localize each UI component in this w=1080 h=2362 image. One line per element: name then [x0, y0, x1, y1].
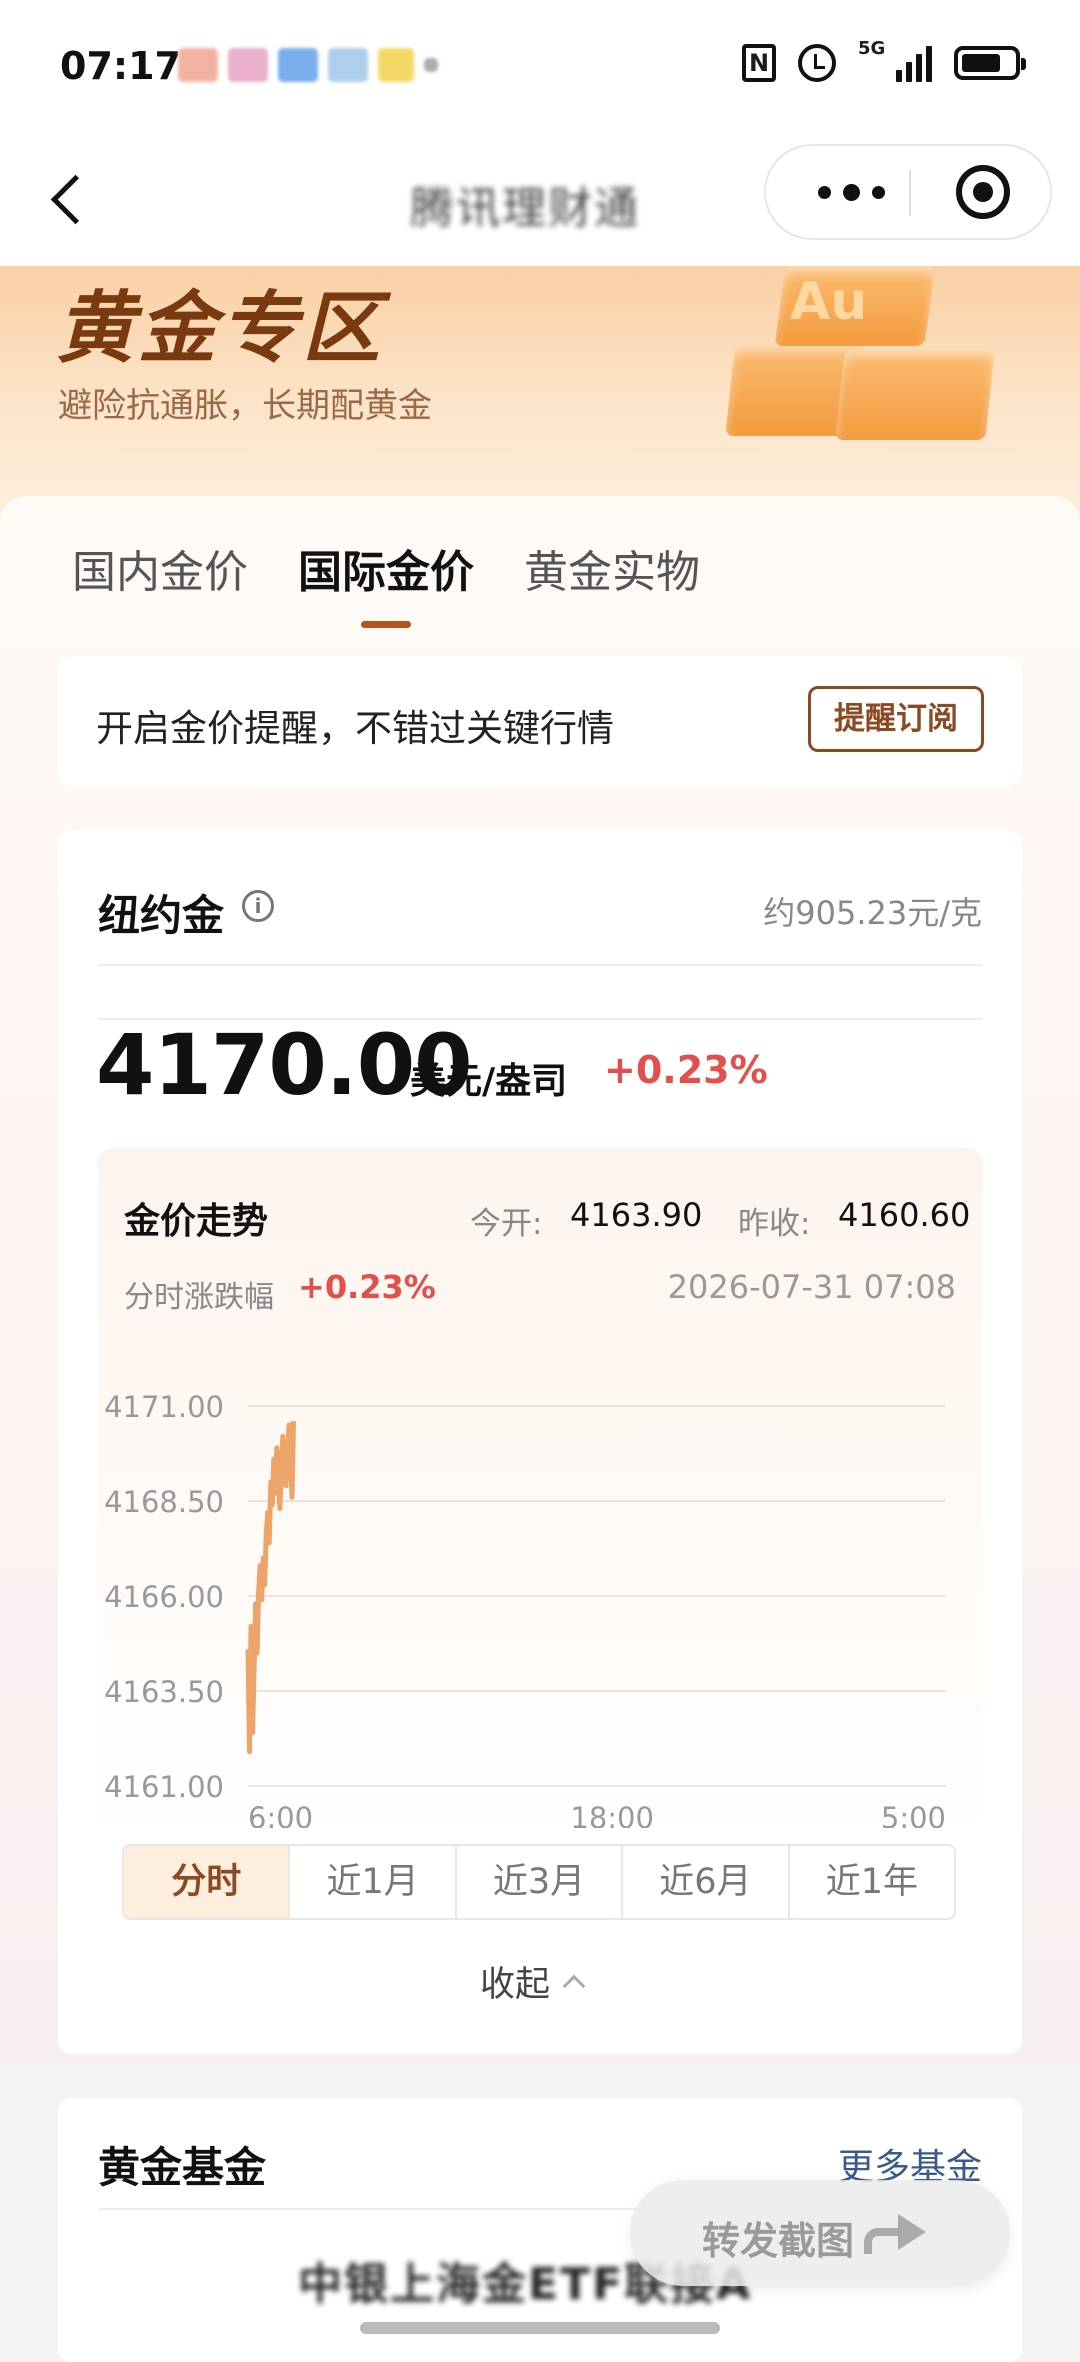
- miniprogram-capsule: [764, 144, 1052, 240]
- price-series-line: [245, 1421, 296, 1755]
- capsule-divider: [909, 170, 911, 216]
- range-tab-1m[interactable]: 近1月: [290, 1846, 457, 1918]
- alert-text: 开启金价提醒，不错过关键行情: [96, 707, 614, 750]
- price-tabs: 国内金价 国际金价 黄金实物: [72, 536, 700, 628]
- nav-title: 腾讯理财通: [410, 183, 640, 234]
- x-tick-label: 6:00: [248, 1801, 313, 1828]
- open-value: 4163.90: [570, 1196, 703, 1234]
- intraday-change-label: 分时涨跌幅: [124, 1280, 274, 1315]
- nav-bar: 腾讯理财通: [0, 130, 1080, 266]
- range-tab-6m[interactable]: 近6月: [623, 1846, 790, 1918]
- tab-physical-gold[interactable]: 黄金实物: [524, 536, 700, 620]
- trend-panel: 金价走势 今开: 4163.90 昨收: 4160.60 分时涨跌幅 +0.23…: [98, 1148, 982, 1838]
- alarm-icon: [798, 44, 836, 82]
- share-screenshot-button[interactable]: 转发截图: [630, 2180, 1010, 2286]
- y-tick-label: 4163.50: [104, 1675, 224, 1709]
- price-change: +0.23%: [604, 1048, 768, 1092]
- system-status-icons: N 5G: [742, 38, 1026, 82]
- banner-title: 黄金专区: [56, 283, 385, 374]
- price-per-gram: 约905.23元/克: [763, 894, 982, 932]
- more-button[interactable]: [796, 146, 906, 238]
- chevron-up-icon: [562, 1974, 586, 1998]
- collapse-label: 收起: [480, 1965, 551, 2005]
- signal-icon: 5G: [858, 38, 932, 82]
- x-tick-label: 5:00: [881, 1801, 946, 1828]
- y-tick-label: 4161.00: [104, 1770, 224, 1804]
- battery-icon: [954, 46, 1026, 80]
- price-card: 纽约金 i 约905.23元/克 4170.00 美元/盎司 +0.23% 金价…: [58, 830, 1022, 2054]
- gold-banner: 黄金专区 避险抗通胀，长期配黄金 Au: [0, 266, 1080, 526]
- y-tick-label: 4168.50: [104, 1485, 224, 1519]
- range-tab-intraday[interactable]: 分时: [124, 1846, 291, 1918]
- info-icon[interactable]: i: [242, 890, 274, 922]
- network-type: 5G: [858, 38, 886, 59]
- share-label: 转发截图: [702, 2219, 855, 2263]
- share-arrow-icon: [864, 2214, 926, 2254]
- y-tick-label: 4171.00: [104, 1390, 224, 1424]
- tab-domestic-price[interactable]: 国内金价: [72, 536, 248, 620]
- funds-title: 黄金基金: [98, 2143, 267, 2192]
- trend-title: 金价走势: [124, 1201, 269, 1242]
- price-unit: 美元/盎司: [410, 1061, 568, 1102]
- nfc-icon: N: [742, 44, 776, 82]
- price-alert-card: 开启金价提醒，不错过关键行情 提醒订阅: [58, 656, 1022, 786]
- range-tab-1y[interactable]: 近1年: [790, 1846, 954, 1918]
- gold-bars-illustration: Au: [720, 266, 1020, 446]
- notification-icons: [178, 48, 438, 82]
- au-label: Au: [790, 272, 868, 332]
- range-tabs: 分时 近1月 近3月 近6月 近1年: [122, 1844, 956, 1920]
- divider: [98, 964, 982, 966]
- x-tick-label: 18:00: [570, 1801, 654, 1828]
- tab-international-price[interactable]: 国际金价: [298, 536, 474, 628]
- banner-subtitle: 避险抗通胀，长期配黄金: [58, 386, 432, 426]
- active-tab-indicator: [361, 621, 411, 628]
- instrument-name: 纽约金: [98, 891, 225, 940]
- prev-close-label: 昨收:: [738, 1206, 811, 1242]
- intraday-change-value: +0.23%: [298, 1268, 436, 1306]
- home-indicator: [360, 2322, 720, 2334]
- subscribe-alert-button[interactable]: 提醒订阅: [808, 686, 984, 752]
- tab-label: 国际金价: [298, 547, 474, 598]
- status-time: 07:17: [60, 44, 181, 88]
- open-label: 今开:: [470, 1206, 543, 1242]
- quote-timestamp: 2026-07-31 07:08: [667, 1268, 956, 1306]
- back-button[interactable]: [44, 170, 94, 230]
- collapse-button[interactable]: 收起: [480, 1956, 586, 2007]
- close-miniprogram-button[interactable]: [956, 165, 1010, 219]
- range-tab-3m[interactable]: 近3月: [457, 1846, 624, 1918]
- prev-close-value: 4160.60: [838, 1196, 971, 1234]
- status-bar: 07:17 N 5G: [0, 0, 1080, 130]
- intraday-price-chart[interactable]: 4171.00 4168.50 4166.00 4163.50 4161.00 6:00 1…: [98, 1348, 982, 1828]
- y-tick-label: 4166.00: [104, 1580, 224, 1614]
- main-content: 国内金价 国际金价 黄金实物 开启金价提醒，不错过关键行情 提醒订阅 纽约金 i…: [0, 496, 1080, 2066]
